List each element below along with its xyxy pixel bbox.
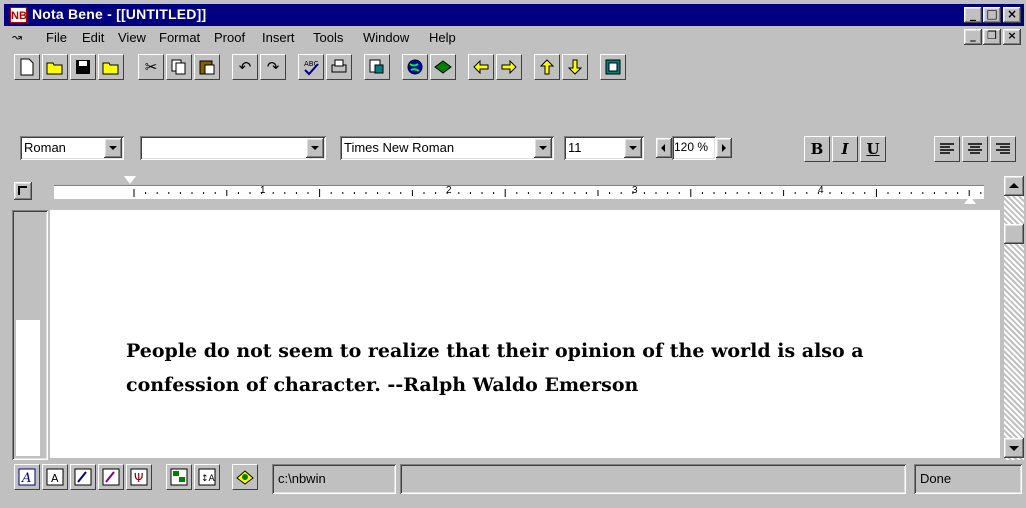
open-folder-icon[interactable] <box>98 54 124 80</box>
save-icon[interactable] <box>70 54 96 80</box>
system-menu-icon[interactable]: ↝ <box>12 30 22 44</box>
align-left-icon[interactable] <box>934 136 960 162</box>
copy-icon[interactable] <box>166 54 192 80</box>
svg-text:A: A <box>51 472 59 485</box>
redo-icon[interactable]: ↷ <box>260 54 286 80</box>
scroll-down-button[interactable] <box>1004 438 1024 458</box>
align-right-icon[interactable] <box>990 136 1016 162</box>
undo-icon[interactable]: ↶ <box>232 54 258 80</box>
pen-icon[interactable] <box>98 464 124 490</box>
menu-format[interactable]: Format <box>159 30 200 45</box>
doc-close-button[interactable]: × <box>1003 29 1021 45</box>
chevron-down-icon[interactable] <box>306 138 324 158</box>
menu-help[interactable]: Help <box>429 30 456 45</box>
standard-toolbar: ✂ ↶ ↷ ABC <box>14 50 1020 82</box>
book-icon[interactable] <box>430 54 456 80</box>
library-icon[interactable] <box>232 464 258 490</box>
minimize-button[interactable]: _ <box>964 7 982 23</box>
first-line-indent-marker[interactable] <box>124 176 136 184</box>
vertical-scrollbar[interactable] <box>1004 176 1024 460</box>
font-combo[interactable]: Times New Roman <box>340 136 554 160</box>
document-text[interactable]: People do not seem to realize that their… <box>126 334 956 402</box>
menu-tools[interactable]: Tools <box>313 30 343 45</box>
menu-file[interactable]: File <box>46 30 67 45</box>
symbol-icon[interactable]: Ψ <box>126 464 152 490</box>
sort-icon[interactable]: ↕A <box>194 464 220 490</box>
text-frame-icon[interactable]: A <box>14 464 40 490</box>
status-message <box>400 464 906 494</box>
menu-edit[interactable]: Edit <box>82 30 104 45</box>
paste-icon[interactable] <box>194 54 220 80</box>
print-icon[interactable] <box>326 54 352 80</box>
underline-button[interactable]: U <box>860 136 886 162</box>
horizontal-ruler[interactable]: 1 2 3 4 <box>4 176 1004 206</box>
style-value: Roman <box>24 140 66 155</box>
svg-text:Ψ: Ψ <box>134 471 143 485</box>
title-bar[interactable]: NB Nota Bene - [[UNTITLED]] _ □ × <box>4 4 1024 26</box>
ruler-ticks <box>133 189 982 197</box>
doc-minimize-button[interactable]: _ <box>964 29 982 45</box>
size-value: 11 <box>568 140 582 155</box>
menu-insert[interactable]: Insert <box>262 30 295 45</box>
status-state: Done <box>914 464 1022 494</box>
window-icon[interactable] <box>600 54 626 80</box>
style-combo[interactable]: Roman <box>20 136 124 160</box>
arrow-right-icon[interactable] <box>496 54 522 80</box>
style2-combo[interactable] <box>140 136 326 160</box>
text-box-icon[interactable]: A <box>42 464 68 490</box>
menu-window[interactable]: Window <box>363 30 409 45</box>
globe-icon[interactable] <box>402 54 428 80</box>
new-icon[interactable] <box>14 54 40 80</box>
arrow-up-icon[interactable] <box>534 54 560 80</box>
menu-bar: ↝ File Edit View Format Proof Insert Too… <box>4 26 1024 48</box>
close-button[interactable]: × <box>1003 7 1021 23</box>
zoom-value[interactable]: 120 % <box>672 136 716 160</box>
align-center-icon[interactable] <box>962 136 988 162</box>
status-path: c:\nbwin <box>272 464 396 494</box>
bold-button[interactable]: B <box>804 136 830 162</box>
doc-restore-button[interactable]: ❐ <box>983 29 1001 45</box>
app-icon[interactable]: NB <box>10 7 27 23</box>
ruler-number: 2 <box>446 185 452 196</box>
open-icon[interactable] <box>42 54 68 80</box>
cut-icon[interactable]: ✂ <box>138 54 164 80</box>
document-line: People do not seem to realize that their… <box>126 340 864 362</box>
svg-text:↕A: ↕A <box>201 474 216 484</box>
export-icon[interactable] <box>364 54 390 80</box>
arrow-down-icon[interactable] <box>562 54 588 80</box>
chevron-down-icon[interactable] <box>104 138 122 158</box>
tab-selector-icon[interactable] <box>14 182 32 200</box>
vertical-ruler[interactable] <box>12 210 48 460</box>
format-toolbar: Roman Times New Roman 11 120 % B I U <box>14 132 1020 164</box>
ruler-number: 3 <box>632 185 638 196</box>
scroll-thumb[interactable] <box>1004 224 1024 244</box>
maximize-button[interactable]: □ <box>983 7 1001 23</box>
document-line: confession of character. --Ralph Waldo E… <box>126 374 639 396</box>
ruler-scale[interactable]: 1 2 3 4 <box>54 185 984 199</box>
outline-icon[interactable] <box>166 464 192 490</box>
size-combo[interactable]: 11 <box>564 136 644 160</box>
zoom-increase-button[interactable] <box>716 138 732 158</box>
window-title: Nota Bene - [[UNTITLED]] <box>32 6 207 22</box>
menu-proof[interactable]: Proof <box>214 30 245 45</box>
svg-text:A: A <box>21 471 31 486</box>
draw-icon[interactable] <box>70 464 96 490</box>
italic-button[interactable]: I <box>832 136 858 162</box>
document-area[interactable]: People do not seem to realize that their… <box>50 210 1000 458</box>
right-margin-marker[interactable] <box>964 196 976 204</box>
chevron-down-icon[interactable] <box>534 138 552 158</box>
status-bar: A A Ψ ↕A c:\nbwin Done <box>4 460 1024 504</box>
arrow-left-icon[interactable] <box>468 54 494 80</box>
ruler-number: 1 <box>260 185 266 196</box>
font-value: Times New Roman <box>344 140 455 155</box>
menu-view[interactable]: View <box>118 30 146 45</box>
scroll-up-button[interactable] <box>1004 176 1024 196</box>
spell-check-icon[interactable]: ABC <box>298 54 324 80</box>
ruler-number: 4 <box>818 185 824 196</box>
chevron-down-icon[interactable] <box>624 138 642 158</box>
zoom-decrease-button[interactable] <box>656 138 672 158</box>
